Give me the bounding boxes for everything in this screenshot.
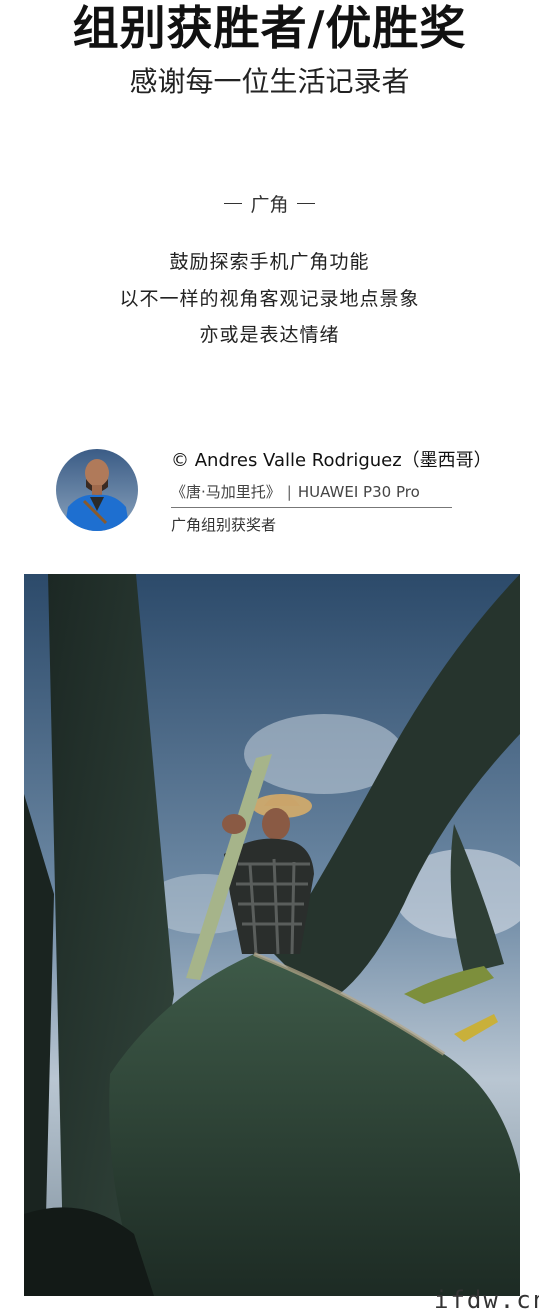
right-dash-divider [296, 203, 315, 204]
separator: | [286, 483, 292, 501]
work-info: 《唐·马加里托》 | HUAWEI P30 Pro [171, 481, 420, 502]
award-label: 广角组别获奖者 [171, 516, 277, 534]
award-photo [24, 574, 520, 1296]
photographer-credit: © Andres Valle Rodriguez（墨西哥） [171, 450, 492, 471]
category-description-line: 以不一样的视角客观记录地点景象 [119, 288, 420, 310]
divider-line [171, 507, 452, 508]
page-subtitle: 感谢每一位生活记录者 [129, 65, 410, 98]
category-heading: 广角 [0, 190, 539, 217]
category-label: 广角 [250, 194, 289, 216]
category-description-line: 鼓励探索手机广角功能 [169, 251, 370, 273]
left-dash-divider [224, 203, 243, 204]
photographer-avatar [56, 449, 138, 531]
page-title: 组别获胜者/优胜奖 [72, 1, 467, 55]
work-title: 《唐·马加里托》 [171, 483, 281, 501]
device-name: HUAWEI P30 Pro [297, 483, 420, 501]
category-description-line: 亦或是表达情绪 [199, 324, 340, 346]
watermark: ifdw.cn [434, 1286, 539, 1314]
